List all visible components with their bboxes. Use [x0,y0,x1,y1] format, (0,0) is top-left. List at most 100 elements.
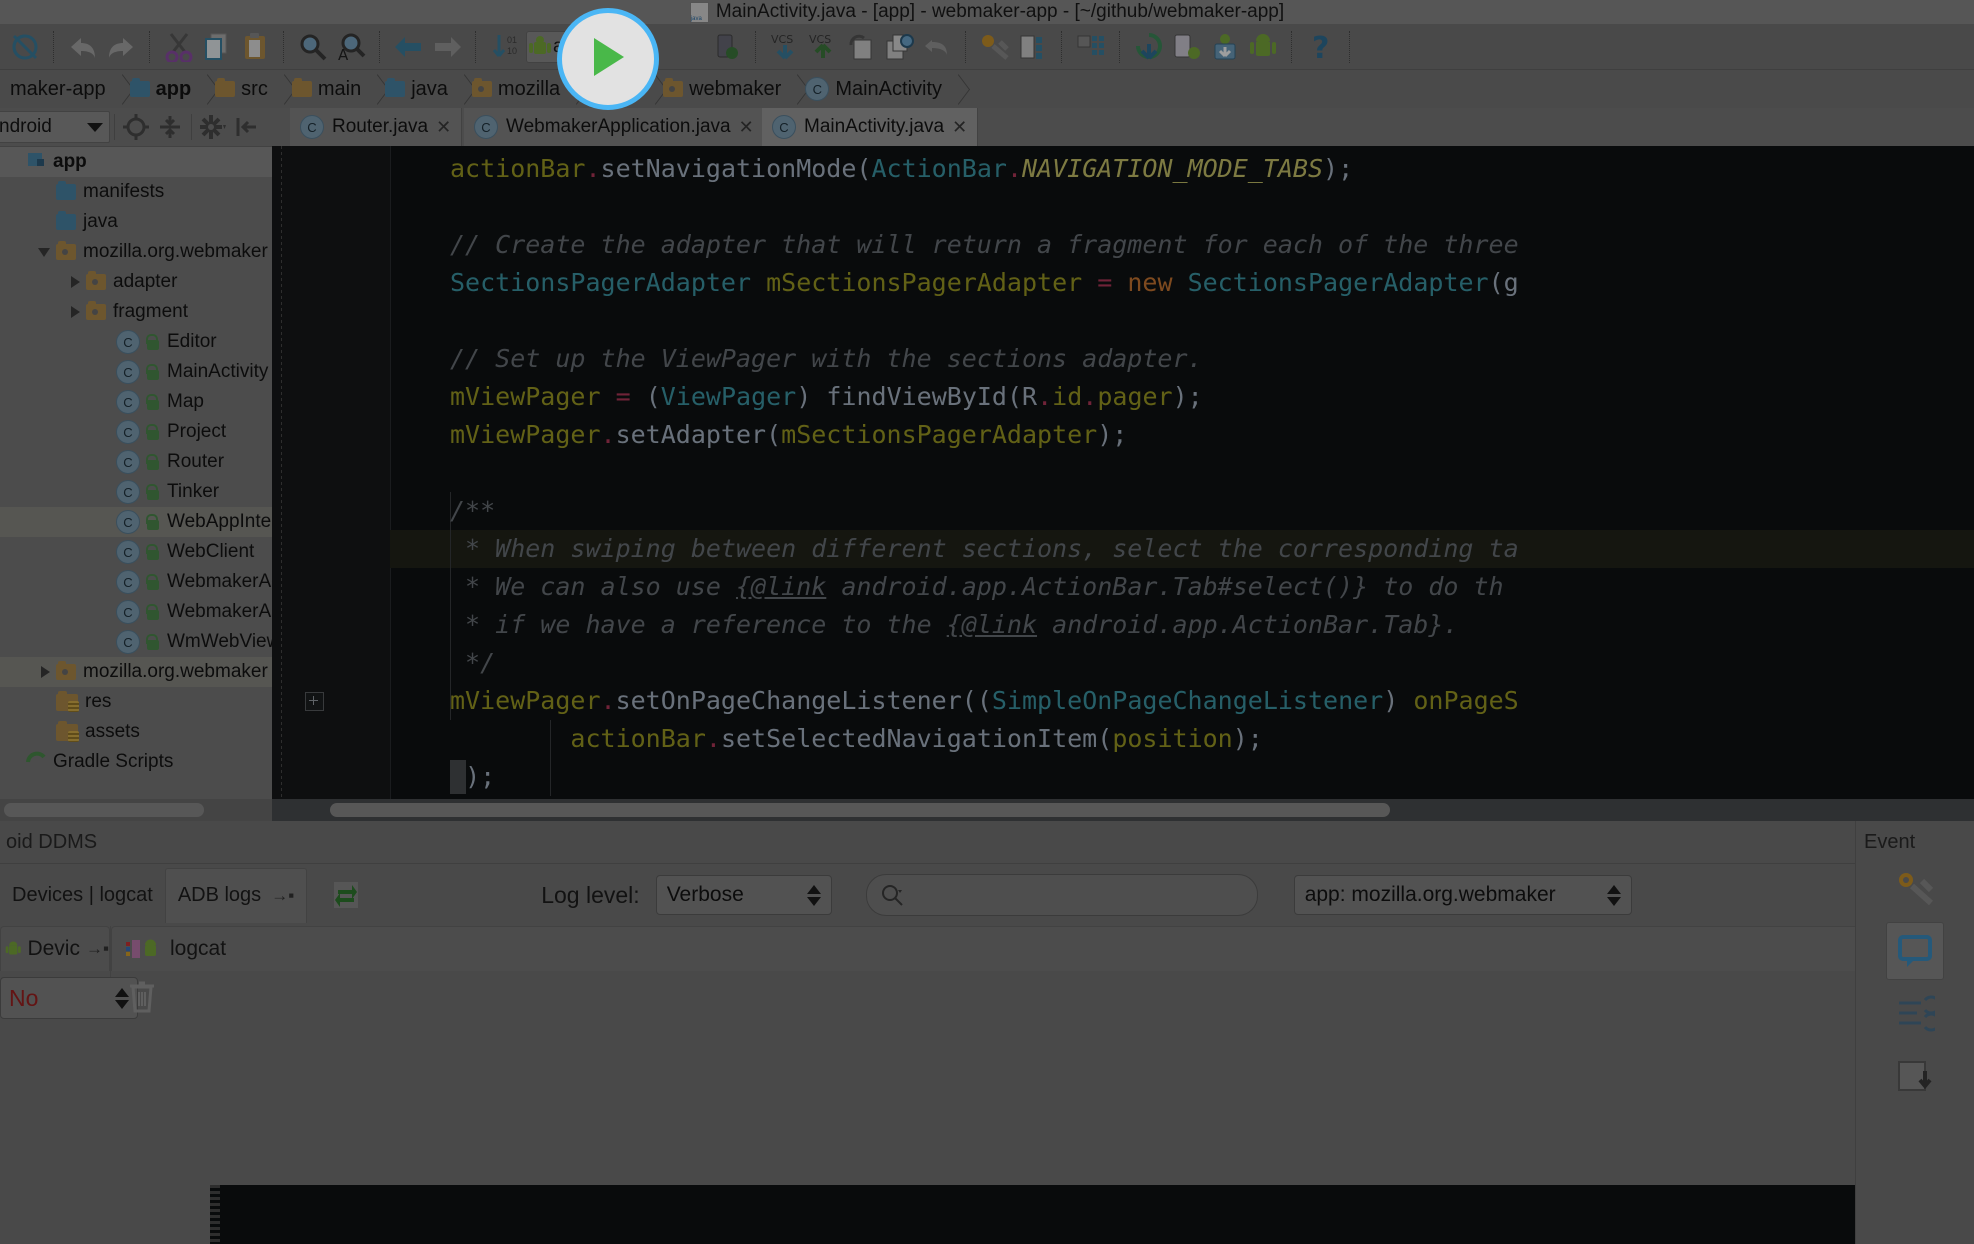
breadcrumb-item-app[interactable]: app [126,70,198,108]
gradle-wrench-icon[interactable] [1887,860,1943,916]
breadcrumb-item-java[interactable]: java [381,70,454,108]
tree-item[interactable]: mozilla.org.webmaker [0,237,272,267]
logcat-search-input[interactable] [865,874,1258,916]
restart-logcat-icon[interactable] [327,876,365,914]
breadcrumb-item-mainactivity[interactable]: C MainActivity [801,70,948,108]
tree-item[interactable]: res [0,687,272,717]
breadcrumb-item-mozilla[interactable]: mozilla [468,70,566,108]
stepper-icon[interactable] [806,884,821,906]
tree-toggle-icon[interactable] [66,297,86,327]
vcs-commit-icon[interactable]: VCS [804,28,842,66]
log-level-select[interactable]: Verbose [655,875,832,915]
tree-item[interactable]: C MainActivity [0,357,272,387]
pin-icon[interactable]: →▪ [86,939,109,959]
structure-icon[interactable] [1887,986,1943,1042]
breadcrumb-item-root[interactable]: maker-app [0,70,112,108]
tree-item[interactable]: java [0,207,272,237]
logcat-console[interactable] [210,1185,1856,1244]
tree-item[interactable]: mozilla.org.webmaker [0,657,272,687]
sidebar-hscrollbar[interactable] [0,799,272,821]
logcat-header[interactable]: logcat →▪ [111,926,1974,971]
tab-mainactivity-java[interactable]: C MainActivity.java ✕ [762,108,979,146]
code-fold-icon[interactable] [305,692,324,711]
messages-icon[interactable] [1886,922,1944,980]
undo-icon[interactable] [64,28,102,66]
capture-icon[interactable] [1887,1048,1943,1104]
sync-icon[interactable] [6,28,44,66]
tab-adb-logs[interactable]: ADB logs →▪ [164,867,308,923]
target-icon[interactable] [119,110,153,144]
tree-item[interactable]: C WebmakerActivity [0,567,319,597]
editor-gutter[interactable] [272,146,390,799]
editor-hscrollbar[interactable] [272,799,1974,821]
run-icon[interactable] [586,33,630,86]
breadcrumb-item-main[interactable]: main [288,70,367,108]
tree-item[interactable]: C Map [0,387,272,417]
tree-item[interactable]: C WmWebView [0,627,280,657]
vcs-update-icon[interactable]: VCS [766,28,804,66]
tree-item[interactable]: C WebmakerApplication [0,597,351,627]
rollback-icon[interactable] [918,28,956,66]
sdk-manager-icon[interactable] [976,28,1014,66]
tree-item[interactable]: adapter [0,267,272,297]
app-filter-select[interactable]: app: mozilla.org.webmaker [1293,875,1632,915]
close-icon[interactable]: ✕ [436,117,451,138]
settings-gear-icon[interactable] [196,110,230,144]
tree-item[interactable]: C WebClient [0,537,272,567]
trash-icon[interactable] [111,971,173,1013]
pin-icon[interactable]: →▪ [271,886,294,906]
tab-devices-logcat[interactable]: Devices | logcat [0,869,165,921]
chevron-right-icon [197,70,211,108]
collapse-all-icon[interactable] [153,110,187,144]
tab-router-java[interactable]: C Router.java ✕ [290,108,463,146]
close-icon[interactable]: ✕ [952,117,967,138]
sync-gradle-icon[interactable] [1130,28,1168,66]
cut-icon[interactable] [160,28,198,66]
project-structure-icon[interactable] [1072,28,1110,66]
breadcrumb-item-src[interactable]: src [211,70,274,108]
avd-device-icon[interactable] [1168,28,1206,66]
tree-item[interactable]: Gradle Scripts [0,747,272,777]
tree-item[interactable]: C Tinker [0,477,272,507]
sort-icon[interactable]: 01 10 [486,28,524,66]
devices-header[interactable]: Devic →▪ [0,926,110,971]
event-log-label[interactable]: Event [1856,821,1974,854]
tree-item[interactable]: C Project [0,417,272,447]
project-tree[interactable]: app manifests java mozilla.org.webmaker adap… [0,147,351,777]
breadcrumb-item-webmaker[interactable]: webmaker [659,70,787,108]
help-icon[interactable]: ? [1302,28,1340,66]
find-icon[interactable] [294,28,332,66]
tab-webmakerapplication-java[interactable]: C WebmakerApplication.java ✕ [464,108,765,146]
android-robot-icon[interactable] [1244,28,1282,66]
paste-icon[interactable] [236,28,274,66]
forward-icon[interactable] [428,28,466,66]
back-icon[interactable] [390,28,428,66]
tree-toggle-icon[interactable] [66,267,86,297]
tree-toggle-icon[interactable] [36,657,56,687]
redo-icon[interactable] [102,28,140,66]
sdk-download-icon[interactable] [1206,28,1244,66]
code-editor[interactable]: actionBar.setNavigationMode(ActionBar.NA… [272,146,1974,799]
copy-icon[interactable] [198,28,236,66]
replace-icon[interactable]: A [332,28,370,66]
stepper-icon[interactable] [1606,884,1621,906]
tree-item[interactable]: C Router [0,447,272,477]
vcs-history-icon[interactable] [842,28,880,66]
hide-panel-icon[interactable] [230,110,264,144]
tree-item[interactable]: app [0,147,272,177]
vcs-update-time-icon[interactable] [880,28,918,66]
tree-item[interactable]: manifests [0,177,272,207]
avd-manager-icon[interactable] [1014,28,1052,66]
tree-item[interactable]: assets [0,717,272,747]
tree-toggle-icon[interactable] [36,237,56,267]
tree-item[interactable]: C WebAppInterface [0,507,313,537]
close-icon[interactable]: ✕ [739,117,754,138]
tree-item[interactable]: fragment [0,297,272,327]
attach-debugger-icon[interactable] [708,28,746,66]
code-content[interactable]: actionBar.setNavigationMode(ActionBar.NA… [305,146,1974,799]
run-button-highlight[interactable] [557,8,659,110]
tree-item[interactable]: C Editor [0,327,272,357]
project-view-selector[interactable]: ndroid [0,111,110,143]
